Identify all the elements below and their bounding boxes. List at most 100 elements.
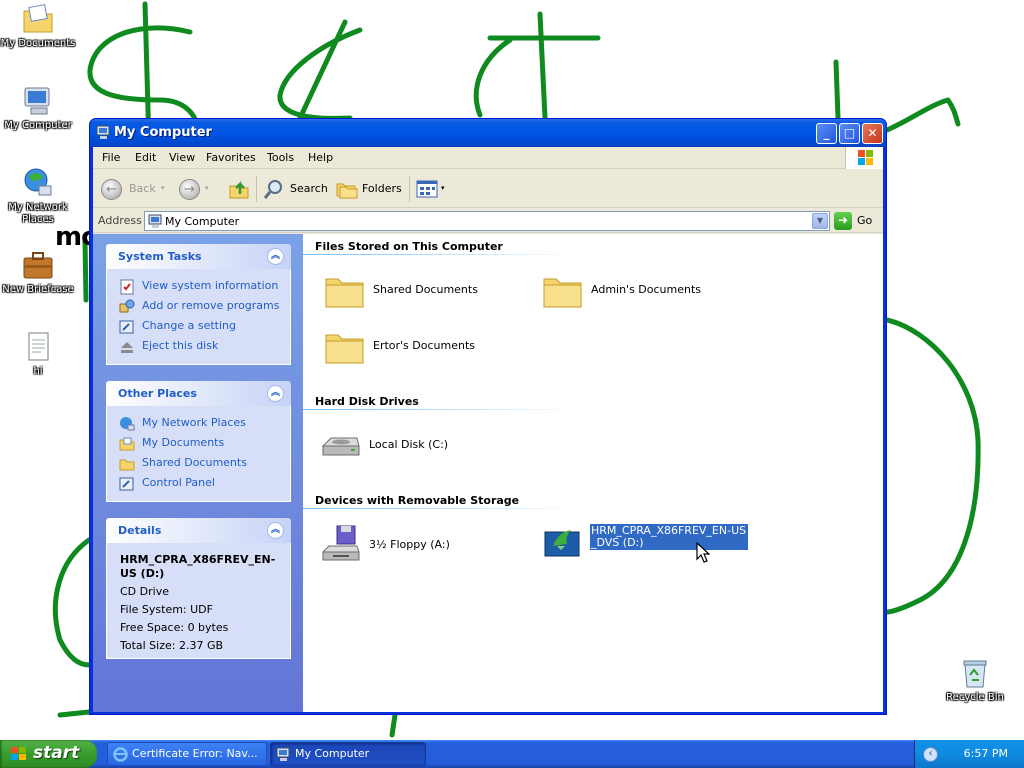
hard-disk-icon [321,437,360,456]
place-shared-documents[interactable]: Shared Documents [119,454,290,474]
details-header[interactable]: Details ︽ [106,518,291,543]
other-places-panel: Other Places ︽ My Network Places My Docu… [106,381,291,502]
menu-view[interactable]: View [169,151,195,164]
views-button[interactable]: ▾ [416,176,450,202]
desktop-icon-recycle-bin[interactable]: Recycle Bin [937,656,1013,704]
briefcase-icon [21,248,55,282]
search-icon [263,180,282,199]
task-label: View system information [142,279,279,292]
computer-icon [21,84,55,118]
back-button[interactable]: ← Back ▾ [101,176,165,202]
desktop-icon-new-briefcase[interactable]: New Briefcase [0,248,76,296]
place-label: My Documents [142,436,225,449]
desktop-icon-my-computer[interactable]: My Computer [0,84,76,132]
network-icon [120,417,135,431]
close-button[interactable]: ✕ [862,123,883,144]
system-tray: ‹ 6:57 PM [914,740,1024,768]
go-label[interactable]: Go [857,214,872,227]
taskbar-item-label: Certificate Error: Nav... [132,747,258,760]
task-change-setting[interactable]: Change a setting [119,317,290,337]
menu-tools[interactable]: Tools [267,151,294,164]
collapse-chevron-icon[interactable]: ︽ [267,385,284,402]
toolbar-separator [409,176,410,202]
details-total-size: Total Size: 2.37 GB [120,639,224,652]
start-label: start [33,743,80,763]
address-bar: Address My Computer ▼ ➜ Go [93,209,883,233]
folder-icon [325,278,364,308]
desktop-icon-hi[interactable]: hi [0,330,76,378]
clock: 6:57 PM [963,747,1008,760]
minimize-button[interactable]: _ [816,123,837,144]
task-pane: System Tasks ︽ View system information A… [93,234,303,712]
menu-favorites[interactable]: Favorites [206,151,256,164]
computer-icon [276,747,290,761]
taskbar-item-my-computer[interactable]: My Computer [270,742,426,766]
mouse-cursor-icon [696,542,710,563]
menu-file[interactable]: File [102,151,120,164]
window-title: My Computer [114,125,212,140]
other-places-body: My Network Places My Documents Shared Do… [106,406,291,502]
windows-flag-icon [845,147,883,169]
forward-button[interactable]: → ▾ [179,176,219,202]
details-drive-type: CD Drive [120,585,169,598]
menu-help[interactable]: Help [308,151,333,164]
task-eject-disk[interactable]: Eject this disk [119,337,290,357]
other-places-header[interactable]: Other Places ︽ [106,381,291,406]
task-view-system-information[interactable]: View system information [119,277,290,297]
folder-icon [543,278,582,308]
taskbar-item-ie[interactable]: Certificate Error: Nav... [107,742,267,766]
forward-dropdown-icon: ▾ [205,184,209,192]
place-my-documents[interactable]: My Documents [119,434,290,454]
details-panel: Details ︽ HRM_CPRA_X86FREV_EN-US (D:) CD… [106,518,291,659]
computer-icon [148,214,162,228]
maximize-button[interactable]: □ [839,123,860,144]
go-button[interactable]: ➜ [834,212,852,230]
desktop-icon-label: hi [33,366,43,377]
eject-icon [121,342,133,353]
details-free-space: Free Space: 0 bytes [120,621,229,634]
folders-label: Folders [362,182,402,195]
title-bar[interactable]: My Computer _ □ ✕ [90,119,886,147]
my-computer-window: My Computer _ □ ✕ File Edit View Favorit… [89,118,887,715]
desktop-icon-label: Recycle Bin [946,692,1004,703]
content-area: Files Stored on This Computer Shared Doc… [303,234,883,712]
floppy-drive-icon [321,525,360,561]
show-hidden-icons-button[interactable]: ‹ [923,747,938,762]
toolbar: ← Back ▾ → ▾ Search Folders ▾ [93,170,883,208]
search-button[interactable]: Search [263,176,328,202]
system-tasks-header[interactable]: System Tasks ︽ [106,244,291,269]
search-label: Search [290,182,328,195]
desktop-icon-my-network-places[interactable]: My Network Places [0,166,76,226]
address-field[interactable]: My Computer ▼ [144,211,830,231]
collapse-chevron-icon[interactable]: ︽ [267,248,284,265]
minimize-icon: _ [823,126,830,140]
place-my-network-places[interactable]: My Network Places [119,414,290,434]
item-cd-drive-d[interactable]: HRM_CPRA_X86FREV_EN-US_DVS (D:) [543,524,753,568]
address-dropdown-button[interactable]: ▼ [812,213,828,229]
menu-bar: File Edit View Favorites Tools Help [93,147,883,169]
group-divider [303,254,579,255]
close-icon: ✕ [867,126,878,140]
start-button[interactable]: start [0,740,97,768]
folder-icon [325,334,364,364]
collapse-chevron-icon[interactable]: ︽ [267,522,284,539]
windows-flag-icon [11,747,26,760]
place-label: My Network Places [142,416,246,429]
task-label: Eject this disk [142,339,219,352]
task-label: Change a setting [142,319,236,332]
views-dropdown-icon: ▾ [441,184,445,192]
place-control-panel[interactable]: Control Panel [119,474,290,494]
back-dropdown-icon: ▾ [161,184,165,192]
desktop-icon-my-documents[interactable]: My Documents [0,2,76,50]
back-label: Back [129,182,156,195]
item-label: Local Disk (C:) [369,438,449,451]
control-panel-icon [119,477,134,491]
desktop-icon-label: My Network Places [8,202,68,225]
up-folder-icon [229,180,249,199]
desktop-icon-label: My Documents [0,38,76,49]
task-add-remove-programs[interactable]: Add or remove programs [119,297,290,317]
task-label: Add or remove programs [142,299,280,312]
folders-button[interactable]: Folders [336,176,402,202]
menu-edit[interactable]: Edit [135,151,156,164]
up-folder-button[interactable] [228,176,250,202]
